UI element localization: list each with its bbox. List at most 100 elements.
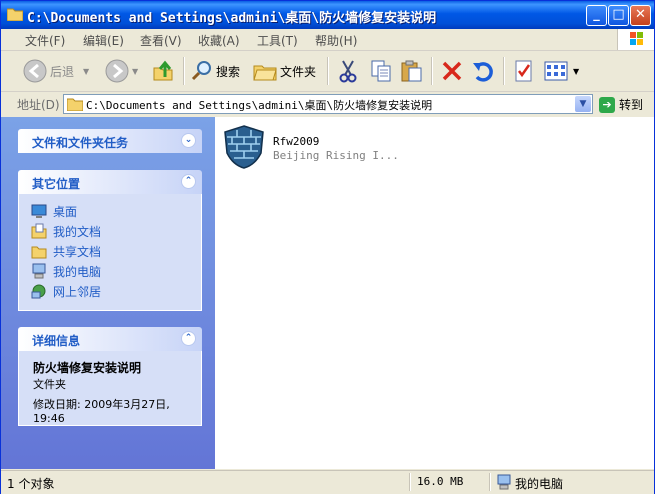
scissors-icon xyxy=(339,60,357,83)
menu-file[interactable]: 文件(F) xyxy=(25,32,65,49)
file-item[interactable]: Rfw2009 Beijing Rising I... xyxy=(223,125,423,173)
status-object-count: 1 个对象 xyxy=(7,477,55,491)
details-panel: 详细信息 ⌃ 防火墙修复安装说明 文件夹 修改日期: 2009年3月27日, 1… xyxy=(18,327,202,426)
search-button[interactable]: 搜索 xyxy=(191,59,240,83)
back-label: 后退 xyxy=(50,64,75,79)
shared-documents-icon xyxy=(31,246,47,259)
go-button[interactable]: ➔ 转到 xyxy=(599,96,643,113)
delete-x-icon xyxy=(442,61,462,81)
place-desktop[interactable]: 桌面 xyxy=(19,201,201,221)
other-places-body: 桌面 我的文档 共享文档 我的电脑 网上邻居 xyxy=(18,194,202,311)
properties-button[interactable] xyxy=(513,59,535,83)
go-label: 转到 xyxy=(619,98,644,112)
windows-flag-icon xyxy=(630,32,643,45)
file-name: Rfw2009 xyxy=(273,135,320,148)
status-size: 16.0 MB xyxy=(417,475,464,488)
other-places-header[interactable]: 其它位置 ⌃ xyxy=(18,170,202,194)
place-label: 网上邻居 xyxy=(53,284,102,299)
place-my-computer[interactable]: 我的电脑 xyxy=(19,261,201,281)
up-folder-icon xyxy=(153,60,173,81)
menu-view[interactable]: 查看(V) xyxy=(140,32,182,49)
maximize-button[interactable]: □ xyxy=(608,5,629,26)
folders-button[interactable]: 文件夹 xyxy=(253,59,316,83)
delete-button[interactable] xyxy=(440,59,464,83)
address-dropdown-icon[interactable]: ▼ xyxy=(575,96,591,112)
my-computer-icon xyxy=(32,263,46,279)
details-modified-line1: 修改日期: 2009年3月27日, xyxy=(33,398,170,411)
details-title: 详细信息 xyxy=(32,334,81,348)
address-value: C:\Documents and Settings\admini\桌面\防火墙修… xyxy=(86,99,433,112)
title-bar[interactable]: C:\Documents and Settings\admini\桌面\防火墙修… xyxy=(1,1,654,29)
forward-arrow-icon xyxy=(105,59,129,83)
my-computer-icon xyxy=(497,474,511,490)
place-network[interactable]: 网上邻居 xyxy=(19,281,201,301)
forward-dropdown-icon[interactable]: ▼ xyxy=(132,67,138,76)
chevron-up-icon[interactable]: ⌃ xyxy=(181,174,196,189)
menu-help[interactable]: 帮助(H) xyxy=(315,32,357,49)
place-label: 我的文档 xyxy=(53,224,102,239)
copy-icon xyxy=(371,60,391,82)
file-list[interactable]: Rfw2009 Beijing Rising I... xyxy=(215,117,654,469)
search-icon xyxy=(191,61,211,81)
address-bar: 地址(D) C:\Documents and Settings\admini\桌… xyxy=(1,92,654,116)
details-type: 文件夹 xyxy=(33,378,66,391)
desktop-icon xyxy=(31,204,47,218)
folders-label: 文件夹 xyxy=(280,64,317,79)
forward-button[interactable]: ▼ xyxy=(105,59,138,83)
go-arrow-icon: ➔ xyxy=(599,96,615,113)
chevron-up-icon[interactable]: ⌃ xyxy=(181,331,196,346)
menu-edit[interactable]: 编辑(E) xyxy=(83,32,124,49)
windows-logo xyxy=(617,29,654,50)
chevron-down-icon[interactable]: ⌄ xyxy=(181,133,196,148)
tasks-panel-header[interactable]: 文件和文件夹任务 ⌄ xyxy=(18,129,202,153)
paste-button[interactable] xyxy=(400,59,424,83)
back-arrow-icon xyxy=(23,59,47,83)
properties-icon xyxy=(515,60,532,82)
details-header[interactable]: 详细信息 ⌃ xyxy=(18,327,202,351)
place-label: 我的电脑 xyxy=(53,264,102,279)
tasks-panel-title: 文件和文件夹任务 xyxy=(32,136,129,150)
details-modified-line2: 19:46 xyxy=(33,412,65,425)
status-bar: 1 个对象 16.0 MB 我的电脑 xyxy=(1,470,654,494)
up-button[interactable] xyxy=(151,59,175,83)
place-my-documents[interactable]: 我的文档 xyxy=(19,221,201,241)
folder-icon xyxy=(7,8,23,21)
views-button[interactable]: ▼ xyxy=(544,59,579,83)
menu-bar: 文件(F) 编辑(E) 查看(V) 收藏(A) 工具(T) 帮助(H) xyxy=(1,29,654,51)
views-icon xyxy=(544,61,568,81)
other-places-title: 其它位置 xyxy=(32,177,81,191)
address-label: 地址(D) xyxy=(17,98,60,112)
file-description: Beijing Rising I... xyxy=(273,149,399,162)
close-button[interactable]: ✕ xyxy=(630,5,651,26)
menu-favorites[interactable]: 收藏(A) xyxy=(198,32,240,49)
task-pane: 文件和文件夹任务 ⌄ 其它位置 ⌃ 桌面 我的文档 共享文档 我的电脑 网上邻居… xyxy=(1,117,215,469)
paste-icon xyxy=(401,60,422,82)
status-location: 我的电脑 xyxy=(515,477,564,491)
details-name: 防火墙修复安装说明 xyxy=(33,361,142,375)
folders-icon xyxy=(253,65,277,81)
place-label: 桌面 xyxy=(53,204,78,219)
window-title: C:\Documents and Settings\admini\桌面\防火墙修… xyxy=(27,11,437,26)
tasks-panel: 文件和文件夹任务 ⌄ xyxy=(18,129,202,153)
network-icon xyxy=(31,284,46,299)
minimize-button[interactable]: _ xyxy=(586,5,607,26)
search-label: 搜索 xyxy=(216,64,241,79)
toolbar: 后退 ▼ ▼ 搜索 文件夹 ▼ xyxy=(1,51,654,92)
address-folder-icon xyxy=(67,98,83,111)
undo-button[interactable] xyxy=(471,59,495,83)
address-input[interactable]: C:\Documents and Settings\admini\桌面\防火墙修… xyxy=(63,94,593,114)
menu-tools[interactable]: 工具(T) xyxy=(257,32,298,49)
firewall-shield-icon xyxy=(224,125,264,169)
place-label: 共享文档 xyxy=(53,244,102,259)
back-dropdown-icon[interactable]: ▼ xyxy=(83,67,89,76)
place-shared-documents[interactable]: 共享文档 xyxy=(19,241,201,261)
views-dropdown-icon[interactable]: ▼ xyxy=(573,67,579,76)
details-body: 防火墙修复安装说明 文件夹 修改日期: 2009年3月27日, 19:46 xyxy=(18,351,202,426)
other-places-panel: 其它位置 ⌃ 桌面 我的文档 共享文档 我的电脑 网上邻居 xyxy=(18,170,202,311)
cut-button[interactable] xyxy=(337,59,359,83)
undo-icon xyxy=(473,62,493,82)
explorer-window: C:\Documents and Settings\admini\桌面\防火墙修… xyxy=(0,0,655,494)
back-button[interactable]: 后退 ▼ xyxy=(23,59,89,83)
copy-button[interactable] xyxy=(369,59,393,83)
my-documents-icon xyxy=(31,223,47,239)
